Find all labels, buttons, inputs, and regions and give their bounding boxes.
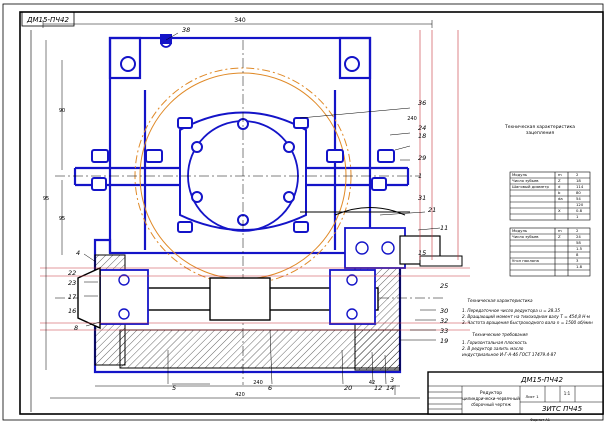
title-block-doc-sub2: сборочный чертеж xyxy=(471,402,511,407)
callout-label: 20 xyxy=(344,384,352,392)
table-subtitle: зацепления xyxy=(526,131,554,136)
callout-label: 18 xyxy=(418,132,426,140)
table-cell: 1.5 xyxy=(576,246,583,251)
table-cell: 58 xyxy=(576,240,581,245)
dim-top: 340 xyxy=(42,17,433,28)
callout-label: 23 xyxy=(68,279,76,287)
dim-left-b: 90 xyxy=(59,108,65,114)
drawing-canvas: ДМ15-ПЧ42 340 95 90 95 240 420 42 240 38… xyxy=(2,3,604,422)
callout-label: 22 xyxy=(68,269,76,277)
callout-label: 11 xyxy=(440,224,448,232)
dim-right: 240 xyxy=(407,116,417,122)
table-cell: d xyxy=(558,184,561,189)
table-cell: b xyxy=(558,190,561,195)
callout-label: 36 xyxy=(418,99,426,107)
title-block-scale: 1:1 xyxy=(564,391,571,396)
table-cell: Z xyxy=(558,234,561,239)
title-block-org: ЗИТС ПЧ45 xyxy=(542,405,583,413)
table-cell: 1.8 xyxy=(576,264,583,269)
callout-label: 29 xyxy=(418,154,426,162)
notes-line: 1. Горизонтальная плоскость xyxy=(462,340,528,345)
callout-label: 19 xyxy=(440,337,448,345)
callout-label: 38 xyxy=(182,26,190,34)
callout-label: 14 xyxy=(386,384,394,392)
table-cell: Модуль xyxy=(512,228,528,233)
callout-label: 4 xyxy=(76,249,80,257)
callout-label: 12 xyxy=(374,384,382,392)
notes-line: 2. Вращающий момент на тихоходном валу Т… xyxy=(462,314,590,319)
table-cell: Модуль xyxy=(512,172,528,177)
technical-notes: Техническая характеристика 1. Передаточн… xyxy=(462,298,593,357)
callout-label: 17 xyxy=(68,293,77,301)
table-cell: 54 xyxy=(576,196,581,201)
table-cell: 8 xyxy=(576,252,579,257)
callout-label: 3 xyxy=(390,376,394,384)
callout-label: 31 xyxy=(418,194,426,202)
table-cell: Z xyxy=(558,178,561,183)
format-label: Формат А1 xyxy=(530,418,550,422)
callout-label: 16 xyxy=(68,307,76,315)
notes-line: индустриальное И-Г-А-46 ГОСТ 17479.4-87 xyxy=(462,352,556,357)
table-cell: 1 xyxy=(576,214,579,219)
callout-label: 25 xyxy=(440,282,448,290)
notes-line: 1. Передаточное число редуктора u = 28.3… xyxy=(462,308,560,313)
callout-label: 32 xyxy=(440,317,448,325)
dim-bottom-a: 240 xyxy=(253,380,263,386)
table-cell: Число зубьев xyxy=(512,234,539,239)
table-cell: 0.8 xyxy=(576,208,583,213)
corner-stamp-text: ДМ15-ПЧ42 xyxy=(26,16,69,24)
callout-label: 8 xyxy=(74,324,78,332)
notes-title: Техническая характеристика xyxy=(467,298,533,303)
dim-top-label: 340 xyxy=(234,17,246,24)
table-cell: 80 xyxy=(576,190,581,195)
notes-title: Технические требования xyxy=(472,332,528,337)
gear-parameters-table: Техническая характеристика зацепления Мо… xyxy=(504,124,591,277)
table-cell: 120 xyxy=(576,202,584,207)
callout-label: 15 xyxy=(418,249,426,257)
title-block-sheet: Лист 1 xyxy=(525,394,539,399)
callout-label: 6 xyxy=(268,384,272,392)
dim-left-a: 95 xyxy=(43,196,49,202)
callout-label: 5 xyxy=(172,384,176,392)
table-title: Техническая характеристика xyxy=(504,124,575,130)
notes-line: 3. Частота вращения быстроходного вала n… xyxy=(462,320,593,325)
callout-label: 21 xyxy=(428,206,436,214)
title-block-doc-sub1: цилиндрически-червячный xyxy=(462,396,520,401)
table-cell: Угол наклона xyxy=(512,258,539,263)
lifting-eye xyxy=(160,34,172,48)
notes-line: 2. В редуктор залить масло xyxy=(462,346,524,351)
table-cell: 24 xyxy=(576,234,581,239)
table-cell: 18 xyxy=(576,178,581,183)
callout-label: 33 xyxy=(440,327,448,335)
table-cell: da xyxy=(558,196,563,201)
table-cell: 2 xyxy=(576,172,579,177)
table-cell: 114 xyxy=(576,184,584,189)
callout-label: 1 xyxy=(418,172,422,180)
table-cell: Шаговый диаметр xyxy=(512,184,549,189)
callout-label: 30 xyxy=(440,307,448,315)
table-cell: 2 xyxy=(576,228,579,233)
callout-label: 24 xyxy=(418,124,426,132)
title-block-code: ДМ15-ПЧ42 xyxy=(520,376,563,384)
title-block: ДМ15-ПЧ42 Редуктор цилиндрически-червячн… xyxy=(427,371,604,415)
dim-bottom-b: 420 xyxy=(235,392,245,398)
table-cell: m xyxy=(558,172,562,177)
table-cell: X xyxy=(558,208,561,213)
input-shaft-assembly xyxy=(300,207,463,269)
dim-left-c: 95 xyxy=(59,216,65,222)
table-cell: m xyxy=(558,228,562,233)
table-cell: Число зубьев xyxy=(512,178,539,183)
table-cell: 3 xyxy=(576,258,579,263)
